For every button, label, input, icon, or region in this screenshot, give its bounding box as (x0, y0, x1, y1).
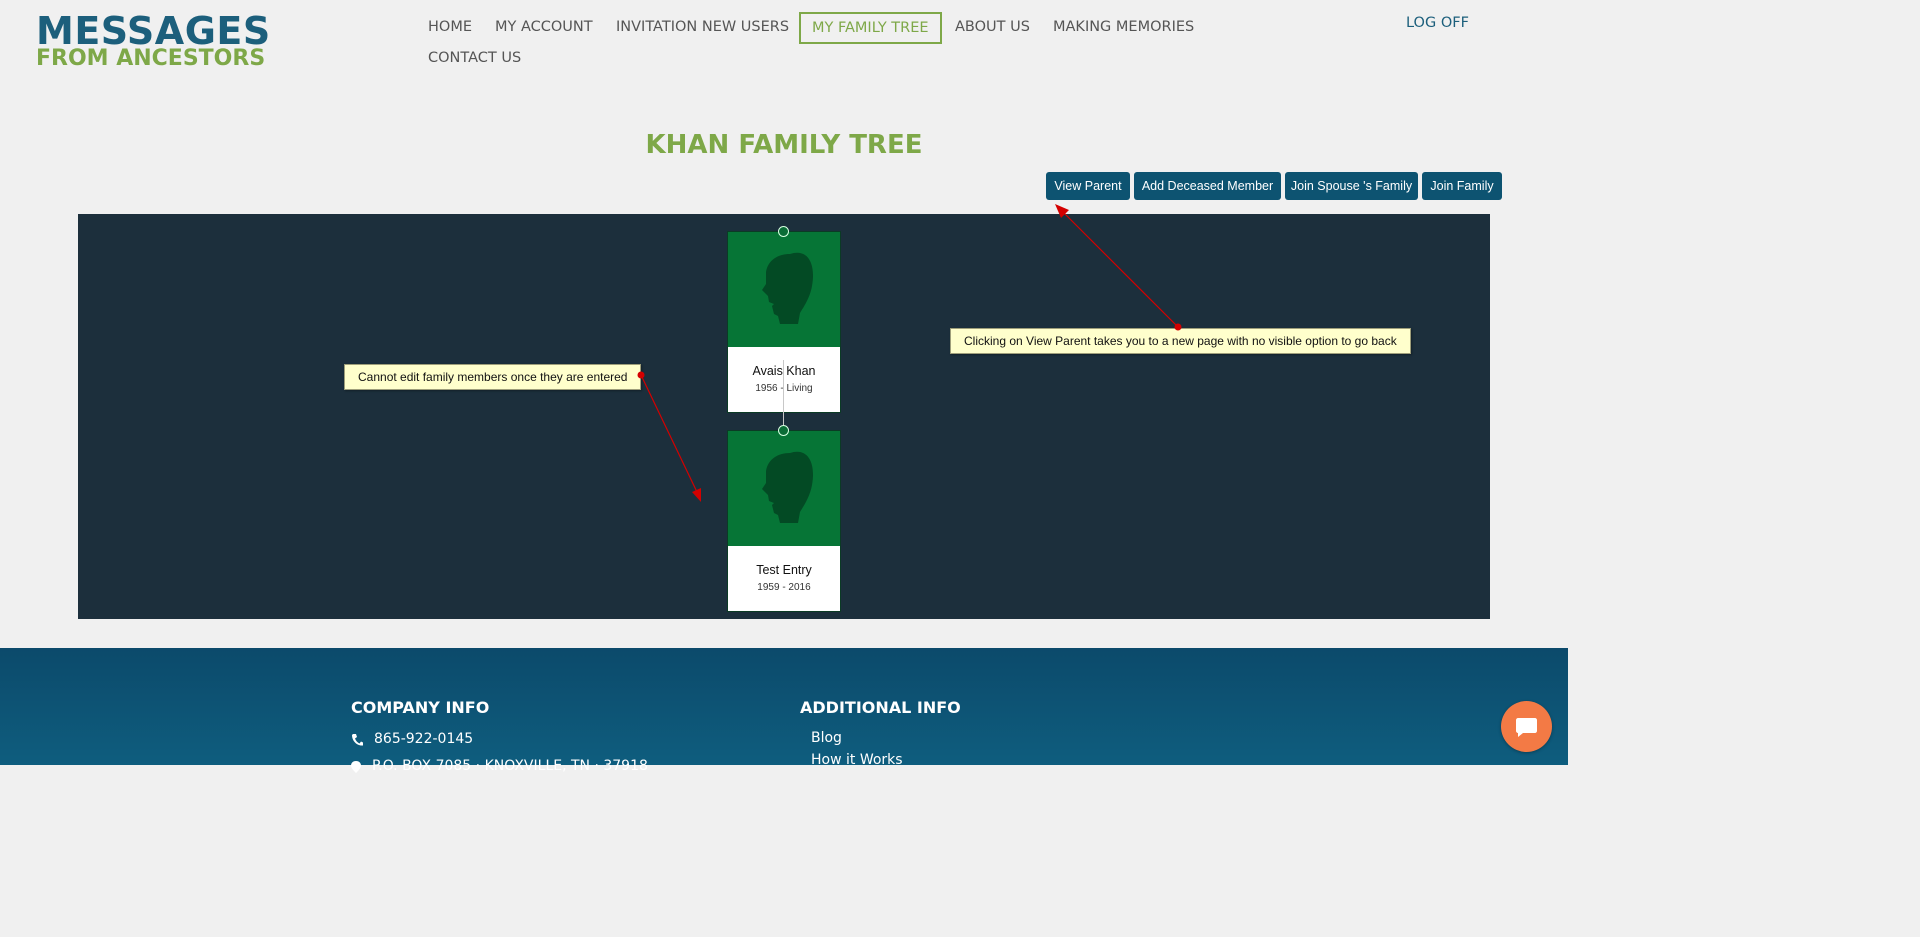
arrow-to-view-parent (1055, 204, 1182, 331)
footer-company-heading: COMPANY INFO (351, 698, 490, 717)
footer-link-blog[interactable]: Blog (811, 730, 842, 746)
footer-additional-heading: ADDITIONAL INFO (800, 698, 961, 717)
chat-icon (1516, 718, 1537, 737)
location-icon (351, 760, 361, 773)
arrow-to-test-entry (637, 371, 701, 502)
footer-phone[interactable]: 865-922-0145 (374, 731, 473, 747)
footer-link-how-it-works[interactable]: How it Works (811, 752, 903, 768)
footer-address: P.O. BOX 7085 · KNOXVILLE, TN · 37918 (372, 758, 648, 774)
phone-icon (351, 733, 363, 747)
site-footer: COMPANY INFO 865-922-0145 P.O. BOX 7085 … (0, 648, 1568, 774)
chat-button[interactable] (1501, 701, 1552, 752)
